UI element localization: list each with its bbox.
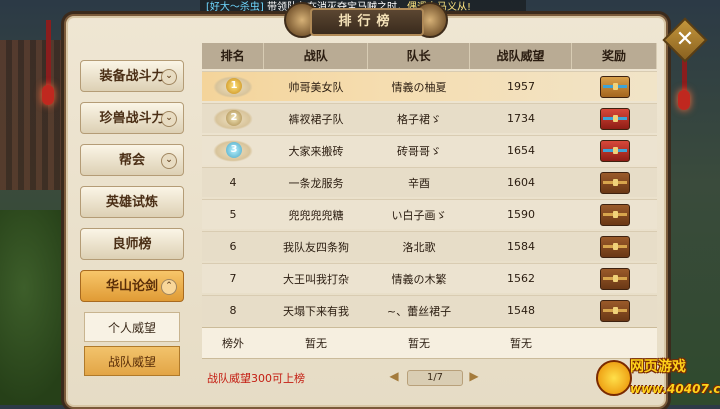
- chevron-down-icon: ⌄: [161, 111, 177, 127]
- ranking-requirement-hint: 战队威望300可上榜: [207, 372, 305, 385]
- lantern-icon: [678, 90, 690, 110]
- captain-name: 砖哥哥ゞ: [397, 144, 441, 158]
- header-rank: 排名: [202, 43, 265, 69]
- close-button[interactable]: ✕: [662, 17, 708, 63]
- table-row[interactable]: 8 天塌下来有我 ~、蕾丝裙子 1548: [202, 295, 657, 325]
- captain-name: 情義の木繁: [391, 272, 447, 286]
- table-row[interactable]: 5 兜兜兜兜糖 い白子画ゞ 1590: [202, 199, 657, 229]
- header-reward: 奖励: [572, 43, 657, 69]
- menu-item-label: 良师榜: [112, 237, 152, 252]
- close-icon: ✕: [675, 27, 695, 52]
- captain-name: い白子画ゞ: [391, 208, 447, 222]
- team-prestige: 1957: [507, 80, 535, 93]
- menu-item-hero-trial[interactable]: 英雄试炼: [80, 186, 184, 218]
- captain-name: 洛北歌: [402, 240, 436, 254]
- menu-item-huashan[interactable]: 华山论剑 ⌃: [80, 270, 184, 302]
- header-prestige: 战队威望: [470, 43, 572, 69]
- page-indicator: 1/7: [407, 370, 463, 386]
- table-row[interactable]: 4 一条龙服务 辛酉 1604: [202, 167, 657, 197]
- own-team: 暂无: [305, 337, 327, 350]
- reward-chest-icon[interactable]: [599, 299, 630, 322]
- chevron-down-icon: ⌄: [161, 69, 177, 85]
- team-prestige: 1562: [507, 272, 535, 285]
- team-name: 兜兜兜兜糖: [288, 208, 344, 222]
- team-name: 一条龙服务: [288, 176, 344, 190]
- reward-chest-icon[interactable]: [599, 107, 630, 130]
- team-name: 天塌下来有我: [283, 304, 349, 318]
- table-row[interactable]: 3 大家来搬砖 砖哥哥ゞ 1654: [202, 135, 657, 165]
- menu-item-guild[interactable]: 帮会 ⌄: [80, 144, 184, 176]
- menu-item-label: 帮会: [118, 153, 145, 168]
- rank-number: 5: [229, 208, 237, 221]
- captain-name: 格子裙ゞ: [397, 112, 441, 126]
- reward-chest-icon[interactable]: [599, 267, 630, 290]
- header-team: 战队: [264, 43, 369, 69]
- team-prestige: 1584: [507, 240, 535, 253]
- reward-chest-icon[interactable]: [599, 235, 630, 258]
- table-row[interactable]: 2 裤衩裙子队 格子裙ゞ 1734: [202, 103, 657, 133]
- pagination: ◀ 1/7 ▶: [385, 369, 485, 386]
- table-row[interactable]: 1 帅哥美女队 情義の柚夏 1957: [202, 71, 657, 101]
- table-row[interactable]: 7 大王叫我打杂 情義の木繁 1562: [202, 263, 657, 293]
- rank-number: 7: [229, 272, 237, 285]
- menu-item-label: 珍兽战斗力: [99, 111, 165, 126]
- chevron-up-icon: ⌃: [161, 279, 177, 295]
- menu-item-label: 华山论剑: [105, 279, 158, 294]
- lantern-icon: [42, 85, 54, 105]
- team-name: 裤衩裙子队: [288, 112, 344, 126]
- mascot-icon: [596, 360, 632, 396]
- watermark-url: www.40407.com: [630, 382, 720, 396]
- page-title: 排行榜: [310, 8, 424, 36]
- team-prestige: 1734: [507, 112, 535, 125]
- own-rank: 榜外: [222, 337, 244, 350]
- watermark-logo: 网页游戏 www.40407.com: [592, 354, 720, 405]
- chevron-down-icon: ⌄: [161, 153, 177, 169]
- category-menu: 装备战斗力 ⌄ 珍兽战斗力 ⌄ 帮会 ⌄ 英雄试炼 良师榜 华山论剑 ⌃ 个人威…: [76, 38, 192, 398]
- ranking-table: 排名 战队 队长 战队威望 奖励 1 帅哥美女队 情義の柚夏 1957 2 裤衩…: [202, 43, 657, 325]
- rank-number: 4: [229, 176, 237, 189]
- team-name: 大王叫我打杂: [283, 272, 349, 286]
- bronze-medal-icon: 3: [213, 139, 253, 162]
- rank-number: 8: [229, 304, 237, 317]
- team-name: 帅哥美女队: [288, 80, 344, 94]
- rank-number: 6: [229, 240, 237, 253]
- team-prestige: 1654: [507, 144, 535, 157]
- reward-chest-icon[interactable]: [599, 75, 630, 98]
- captain-name: ~、蕾丝裙子: [386, 304, 452, 318]
- reward-chest-icon[interactable]: [599, 203, 630, 226]
- team-prestige: 1590: [507, 208, 535, 221]
- team-name: 我队友四条狗: [283, 240, 349, 254]
- gold-medal-icon: 1: [213, 75, 253, 98]
- reward-chest-icon[interactable]: [599, 171, 630, 194]
- table-header: 排名 战队 队长 战队威望 奖励: [202, 43, 657, 69]
- captain-name: 辛酉: [408, 176, 430, 190]
- menu-item-equipment-power[interactable]: 装备战斗力 ⌄: [80, 60, 184, 92]
- submenu-team-prestige[interactable]: 战队威望: [84, 346, 180, 376]
- menu-item-pet-power[interactable]: 珍兽战斗力 ⌄: [80, 102, 184, 134]
- header-captain: 队长: [368, 43, 471, 69]
- table-row[interactable]: 6 我队友四条狗 洛北歌 1584: [202, 231, 657, 261]
- own-team-row: 榜外 暂无 暂无 暂无: [202, 327, 657, 359]
- team-name: 大家来搬砖: [288, 144, 344, 158]
- menu-item-mentor-rank[interactable]: 良师榜: [80, 228, 184, 260]
- prev-page-icon[interactable]: ◀: [387, 369, 401, 383]
- own-captain: 暂无: [408, 337, 430, 350]
- menu-item-label: 英雄试炼: [105, 195, 158, 210]
- silver-medal-icon: 2: [213, 107, 253, 130]
- watermark-title: 网页游戏: [630, 359, 686, 375]
- submenu-personal-prestige[interactable]: 个人威望: [84, 312, 180, 342]
- menu-item-label: 装备战斗力: [99, 69, 165, 84]
- own-prestige: 暂无: [510, 337, 532, 350]
- announcement-tag[interactable]: [好大～杀虫]: [206, 2, 264, 13]
- captain-name: 情義の柚夏: [391, 80, 447, 94]
- team-prestige: 1604: [507, 176, 535, 189]
- next-page-icon[interactable]: ▶: [467, 369, 481, 383]
- reward-chest-icon[interactable]: [599, 139, 630, 162]
- background-pole: [46, 20, 51, 90]
- team-prestige: 1548: [507, 304, 535, 317]
